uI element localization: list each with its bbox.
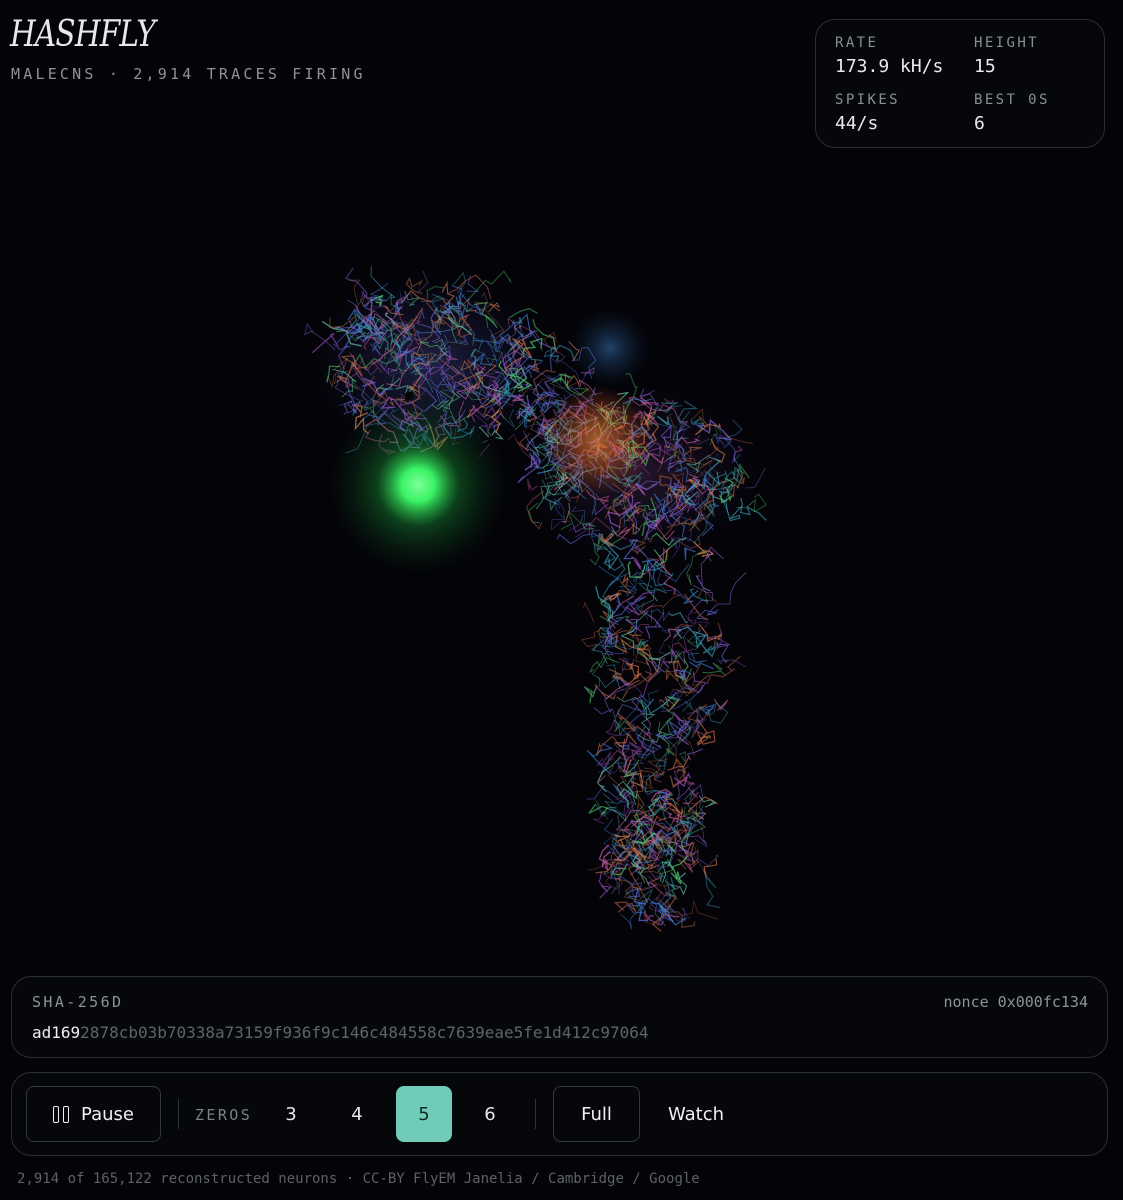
stat-label: RATE (835, 35, 879, 51)
orange-glow (542, 385, 652, 495)
stat-value: 173.9 kH/s (835, 56, 944, 77)
brand-title: HASHFLY (10, 14, 156, 55)
hash-zero-prefix: ad169 (32, 1023, 81, 1042)
stat-value: 44/s (835, 113, 879, 134)
neuron-trace (696, 609, 719, 620)
hash-remainder: 2878cb03b70338a73159f936f9c146c484558c76… (80, 1023, 649, 1042)
neuron-trace (592, 811, 608, 825)
blue-glow (568, 306, 652, 390)
attribution-footer: 2,914 of 165,122 reconstructed neurons ·… (17, 1171, 700, 1187)
pause-icon (53, 1105, 70, 1123)
zeros-option-6[interactable]: 6 (462, 1086, 518, 1142)
neuron-trace (687, 611, 699, 627)
hash-value: ad1692878cb03b70338a73159f936f9c146c4845… (32, 1023, 649, 1042)
neuron-trace (583, 685, 598, 704)
nonce-value: nonce 0x000fc134 (943, 993, 1089, 1011)
neuron-trace (679, 751, 686, 763)
neuron-trace (716, 658, 746, 668)
brand-subtitle: MALECNS · 2,914 TRACES FIRING (11, 65, 366, 83)
neuron-trace (684, 593, 708, 621)
neuron-trace (698, 854, 719, 867)
neuron-trace (702, 662, 726, 676)
zeros-option-4[interactable]: 4 (329, 1086, 385, 1142)
pause-button[interactable]: Pause (26, 1086, 161, 1142)
neuron-trace (586, 742, 614, 775)
neuron-trace (703, 858, 718, 878)
neuron-trace (713, 622, 723, 647)
neuron-trace (681, 900, 719, 920)
green-spike-glow (326, 393, 510, 577)
neuron-trace (688, 651, 707, 664)
full-button[interactable]: Full (553, 1086, 640, 1142)
neuron-trace (627, 741, 643, 760)
neuron-trace (707, 572, 747, 615)
stat-height: HEIGHT 15 (974, 35, 1039, 77)
stats-panel: RATE 173.9 kH/s HEIGHT 15 SPIKES 44/s BE… (815, 19, 1105, 148)
neuron-trace (586, 786, 619, 800)
neuron-trace (588, 803, 609, 816)
neuron-trace (688, 661, 714, 670)
neuron-trace (668, 611, 689, 624)
zeros-option-3[interactable]: 3 (263, 1086, 319, 1142)
neuron-trace (686, 748, 703, 761)
stat-spikes: SPIKES 44/s (835, 92, 900, 134)
neuron-trace (622, 575, 629, 586)
stat-label: SPIKES (835, 92, 900, 108)
neuron-trace (613, 901, 637, 913)
hash-panel: SHA-256D nonce 0x000fc134 ad1692878cb03b… (11, 976, 1108, 1058)
neuron-trace (648, 773, 652, 786)
neuron-trace (682, 787, 699, 805)
soma-dot (404, 391, 414, 401)
stat-best-zeros: BEST 0S 6 (974, 92, 1050, 134)
zeros-label: ZEROS (195, 1106, 253, 1124)
stat-label: HEIGHT (974, 35, 1039, 51)
neuron-visualization[interactable] (0, 150, 1123, 970)
neuron-trace (583, 601, 595, 623)
neuron-trace (668, 645, 683, 663)
neuron-trace (646, 566, 658, 602)
stat-value: 15 (974, 56, 996, 77)
neuron-trace (598, 565, 632, 587)
neuron-trace (670, 854, 689, 885)
neuron-trace (581, 630, 601, 652)
neuron-trace (713, 698, 729, 711)
hash-algorithm: SHA-256D (32, 993, 124, 1011)
neuron-trace (654, 611, 670, 627)
neuron-trace (698, 795, 717, 808)
zeros-option-5[interactable]: 5 (396, 1086, 452, 1142)
watch-button[interactable]: Watch (660, 1086, 732, 1142)
divider (535, 1099, 536, 1129)
control-bar: Pause ZEROS 3 4 5 6 Full Watch (11, 1072, 1108, 1156)
divider (178, 1099, 179, 1129)
neuron-trace (664, 883, 683, 898)
neuron-trace (595, 751, 615, 766)
neuron-trace (638, 647, 654, 663)
neuron-trace (615, 610, 649, 624)
stat-label: BEST 0S (974, 92, 1050, 108)
soma-dot (487, 435, 497, 445)
neuron-trace (598, 664, 621, 689)
pause-label: Pause (81, 1103, 134, 1125)
stat-rate: RATE 173.9 kH/s (835, 35, 943, 77)
neuron-trace (704, 873, 721, 909)
stat-value: 6 (974, 113, 985, 134)
